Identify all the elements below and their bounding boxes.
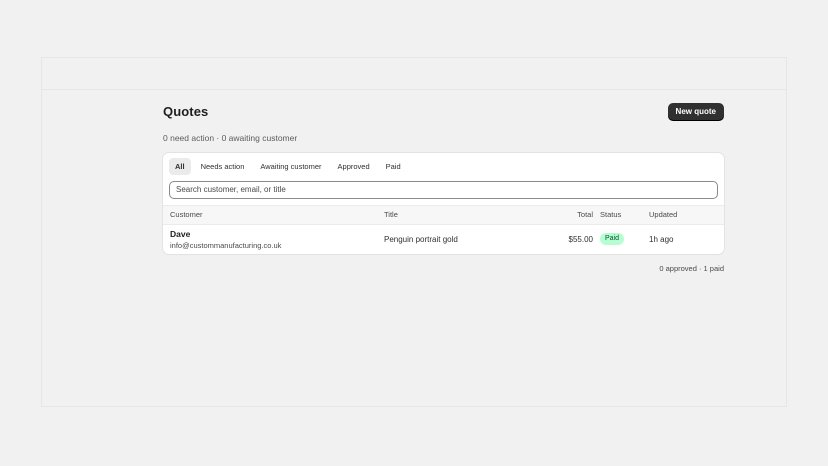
tab-needs-action[interactable]: Needs action [195, 158, 251, 175]
app-frame: Quotes New quote 0 need action · 0 await… [41, 57, 787, 407]
column-header-status[interactable]: Status [593, 210, 649, 219]
customer-email: info@custommanufacturing.co.uk [170, 240, 282, 250]
updated-time: 1h ago [649, 234, 674, 244]
search-input[interactable] [169, 180, 718, 199]
quotes-page: Quotes New quote 0 need action · 0 await… [163, 101, 724, 273]
page-header: Quotes New quote [163, 101, 724, 121]
quotes-summary: 0 need action · 0 awaiting customer [163, 133, 298, 143]
column-header-title[interactable]: Title [384, 210, 524, 219]
status-cell: Paid [593, 233, 649, 245]
tab-approved[interactable]: Approved [332, 158, 376, 175]
table-row[interactable]: Dave info@custommanufacturing.co.uk Peng… [163, 225, 724, 254]
status-counts: 0 approved · 1 paid [659, 263, 724, 273]
tab-awaiting-customer[interactable]: Awaiting customer [254, 158, 327, 175]
column-header-customer[interactable]: Customer [163, 210, 384, 219]
tab-paid[interactable]: Paid [380, 158, 407, 175]
search-wrapper [163, 176, 724, 205]
filter-tabs: All Needs action Awaiting customer Appro… [163, 153, 724, 176]
customer-name: Dave [170, 228, 191, 239]
table-header: Customer Title Total Status Updated [163, 204, 724, 225]
tab-all[interactable]: All [169, 158, 191, 175]
customer-cell: Dave info@custommanufacturing.co.uk [163, 229, 384, 250]
quotes-card: All Needs action Awaiting customer Appro… [163, 153, 724, 254]
column-header-updated[interactable]: Updated [649, 210, 724, 219]
status-badge: Paid [600, 233, 625, 245]
column-header-total[interactable]: Total [524, 210, 593, 219]
quote-title: Penguin portrait gold [384, 234, 458, 244]
new-quote-button[interactable]: New quote [667, 102, 724, 120]
page-title: Quotes [163, 103, 209, 119]
top-bar [42, 58, 786, 90]
quote-total: $55.00 [568, 234, 593, 244]
